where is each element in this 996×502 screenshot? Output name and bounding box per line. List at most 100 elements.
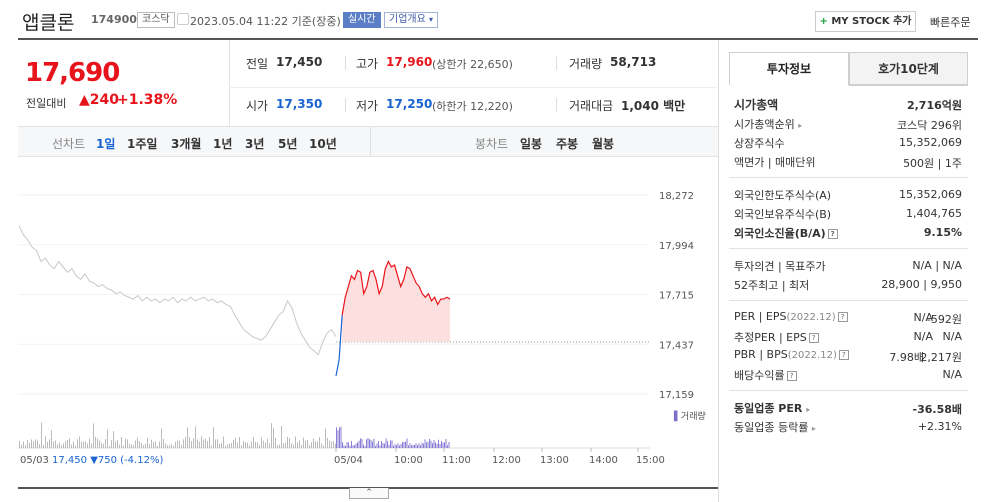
sector-change-label[interactable]: 동일업종 등락률 ▸ <box>734 419 816 435</box>
price-chart[interactable]: 18,272 17,994 17,715 17,437 17,159 05/04 10:0… <box>18 157 718 487</box>
listed-shares-value: 15,352,069 <box>899 136 962 149</box>
volume-bar <box>161 428 162 448</box>
tab-1week[interactable]: 1주일 <box>127 135 157 152</box>
volume-bar <box>99 440 100 448</box>
volume-bar <box>408 445 409 448</box>
volume-bar <box>319 437 320 448</box>
volume-bar <box>403 441 405 448</box>
opinion-label: 투자의견 | 목표주가 <box>734 260 826 273</box>
volume-bar <box>412 444 414 448</box>
fast-order-button[interactable]: 빠른주문 <box>930 14 970 30</box>
divider <box>556 56 557 70</box>
volume-bar <box>323 445 324 448</box>
volume-bar <box>255 441 256 448</box>
current-price: 17,690 <box>25 58 120 88</box>
volume-bar <box>207 440 208 448</box>
volume-bar <box>47 441 48 448</box>
volume-bar <box>217 439 218 448</box>
tab-10year[interactable]: 10년 <box>309 135 337 152</box>
volume-bar <box>439 443 441 448</box>
foreign-rate-value: 9.15% <box>923 226 962 239</box>
tab-5year[interactable]: 5년 <box>278 135 297 152</box>
company-overview-label: 기업개요 <box>389 14 426 25</box>
volume-bar <box>49 439 50 448</box>
help-icon[interactable]: ? <box>827 229 838 239</box>
prev-day-close: 17,450 <box>52 455 87 466</box>
change-amount: 240 <box>89 92 120 108</box>
eps-value: -592원 <box>926 313 962 326</box>
volume-bar <box>231 442 232 448</box>
volume-bar <box>155 441 156 448</box>
volume-bar <box>426 442 427 448</box>
y-tick-label: 17,715 <box>659 291 694 302</box>
volume-bar <box>85 441 86 448</box>
info-icon[interactable] <box>177 13 189 25</box>
tab-investment-info[interactable]: 투자정보 <box>729 52 849 85</box>
volume-bar <box>25 445 26 448</box>
volume-bar <box>141 443 142 448</box>
volume-bar <box>381 440 382 448</box>
volume-bar <box>285 442 286 448</box>
chevron-up-icon: ⌃ <box>365 488 373 498</box>
collapse-chart-button[interactable]: ⌃ <box>349 488 389 499</box>
quote-datetime: 2023.05.04 11:22 기준(장중) <box>190 15 341 28</box>
tab-monthly-candle[interactable]: 월봉 <box>592 135 614 152</box>
help-icon[interactable]: ? <box>838 350 849 360</box>
tab-weekly-candle[interactable]: 주봉 <box>556 135 578 152</box>
help-icon[interactable]: ? <box>786 371 797 381</box>
upper-limit: (상한가 22,650) <box>432 58 513 71</box>
volume-bar <box>295 436 296 448</box>
volume-bar <box>169 445 170 448</box>
volume-bar <box>287 436 288 448</box>
tab-3month[interactable]: 3개월 <box>171 135 201 152</box>
low-label: 저가 <box>356 99 379 113</box>
volume-bar <box>111 440 112 448</box>
help-icon[interactable]: ? <box>808 333 819 343</box>
market-cap-rank-label[interactable]: 시가총액순위 ▸ <box>734 116 802 132</box>
market-badge: 코스닥 <box>137 12 175 28</box>
volume-bar <box>394 444 396 448</box>
sector-per-label[interactable]: 동일업종 PER ▸ <box>734 400 810 416</box>
y-tick-label: 17,994 <box>659 241 694 252</box>
volume-bar <box>135 440 136 448</box>
volume-bar <box>293 444 294 448</box>
help-icon[interactable]: ? <box>837 312 848 322</box>
volume-bar <box>97 438 98 448</box>
volume-bar <box>165 443 166 448</box>
live-badge[interactable]: 실시간 <box>343 12 381 28</box>
volume-bar <box>435 442 436 448</box>
add-mystock-button[interactable]: + MY STOCK 추가 <box>815 11 916 32</box>
lower-limit: (하한가 12,220) <box>432 100 513 113</box>
volume-bar <box>355 443 357 448</box>
x-tick-label: 14:00 <box>589 455 618 466</box>
volume-bar <box>283 443 284 448</box>
company-overview-dropdown[interactable]: 기업개요 ▾ <box>384 12 439 28</box>
top-divider <box>18 38 978 40</box>
tab-orderbook-10[interactable]: 호가10단계 <box>849 52 968 85</box>
tab-1day[interactable]: 1일 <box>96 135 115 152</box>
volume-bar <box>119 444 120 448</box>
tab-1year[interactable]: 1년 <box>213 135 232 152</box>
volume-bar <box>396 445 397 448</box>
volume-bar <box>247 442 248 448</box>
volume-bar <box>57 444 58 448</box>
stock-name: 앱클론 <box>22 12 75 34</box>
volume-bar <box>167 445 168 448</box>
today-series-down <box>335 315 343 377</box>
volume-bar <box>107 429 108 448</box>
add-mystock-label: MY STOCK 추가 <box>831 16 912 27</box>
volume-bar <box>313 438 314 448</box>
tab-daily-candle[interactable]: 일봉 <box>520 135 542 152</box>
volume-bar <box>59 442 60 448</box>
tab-3year[interactable]: 3년 <box>245 135 264 152</box>
volume-bar <box>191 441 192 448</box>
volume-bar <box>281 426 282 448</box>
high-label: 고가 <box>356 57 379 71</box>
volume-bar <box>351 441 352 448</box>
market-cap-rank-text: 시가총액순위 <box>734 118 795 131</box>
volume-bar <box>387 441 388 448</box>
volume-bar <box>71 444 72 448</box>
volume-bar <box>159 441 160 448</box>
volume-bar <box>430 440 432 448</box>
volume-bar <box>402 442 403 448</box>
